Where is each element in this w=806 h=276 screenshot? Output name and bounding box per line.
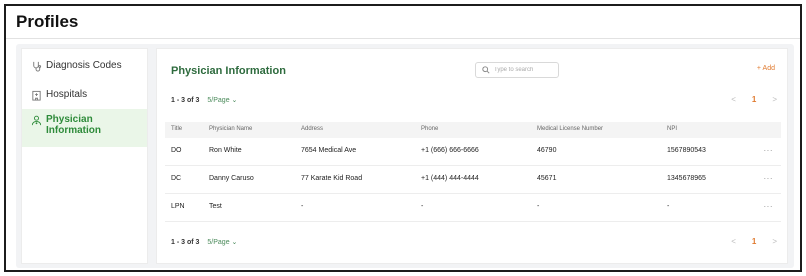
sidebar: Diagnosis Codes Hospitals Physician Info… xyxy=(21,48,148,264)
column-header: Title xyxy=(171,126,183,132)
cell-license-number: - xyxy=(537,203,540,210)
card-title: Physician Information xyxy=(171,65,286,77)
next-page-button[interactable]: > xyxy=(772,95,777,104)
column-header: Medical License Number xyxy=(537,126,604,132)
title-divider xyxy=(6,38,800,39)
more-actions-icon[interactable]: ··· xyxy=(764,146,774,155)
cell-title: DO xyxy=(171,147,182,154)
record-count: 1 - 3 of 3 xyxy=(171,96,200,104)
cell-npi: - xyxy=(667,203,670,210)
add-button[interactable]: + Add xyxy=(757,65,775,72)
physician-card: Physician Information + Add 1 - 3 of 3 5… xyxy=(156,48,788,264)
pagination-summary-top: 1 - 3 of 3 5/Page ⌄ xyxy=(171,96,237,105)
sidebar-item-label-line: Physician xyxy=(46,114,93,125)
page-title: Profiles xyxy=(16,12,79,31)
current-page[interactable]: 1 xyxy=(752,237,756,246)
user-doctor-icon xyxy=(30,114,42,126)
sidebar-item-label: Physician Information xyxy=(46,114,101,136)
search-input[interactable] xyxy=(494,67,554,73)
sidebar-item-diagnosis-codes[interactable]: Diagnosis Codes xyxy=(22,60,147,72)
cell-title: LPN xyxy=(171,203,185,210)
table-row[interactable]: DC Danny Caruso 77 Karate Kid Road +1 (4… xyxy=(165,166,781,194)
current-page[interactable]: 1 xyxy=(752,95,756,104)
more-actions-icon[interactable]: ··· xyxy=(764,202,774,211)
cell-address: 7654 Medical Ave xyxy=(301,147,357,154)
cell-physician-name: Ron White xyxy=(209,147,242,154)
table-row[interactable]: DO Ron White 7654 Medical Ave +1 (666) 6… xyxy=(165,138,781,166)
stethoscope-icon xyxy=(30,60,42,72)
cell-phone: - xyxy=(421,203,424,210)
cell-phone: +1 (444) 444-4444 xyxy=(421,175,479,182)
cell-phone: +1 (666) 666-6666 xyxy=(421,147,479,154)
sidebar-item-label: Diagnosis Codes xyxy=(46,60,122,71)
cell-npi: 1345678965 xyxy=(667,175,706,182)
column-header: Phone xyxy=(421,126,439,132)
sidebar-item-physician-information[interactable]: Physician Information xyxy=(22,109,147,147)
column-header: Address xyxy=(301,126,324,132)
app-frame: Profiles Diagnosis Codes Hospitals Physi… xyxy=(4,4,802,272)
cell-npi: 1567890543 xyxy=(667,147,706,154)
search-icon xyxy=(482,66,490,74)
search-box[interactable] xyxy=(475,62,559,78)
cell-address: - xyxy=(301,203,304,210)
pagination-nav-bottom: < 1 > xyxy=(715,237,777,246)
more-actions-icon[interactable]: ··· xyxy=(764,174,774,183)
sidebar-item-hospitals[interactable]: Hospitals xyxy=(22,89,147,101)
pagination-summary-bottom: 1 - 3 of 3 5/Page ⌄ xyxy=(171,238,237,247)
cell-physician-name: Danny Caruso xyxy=(209,175,254,182)
page-size-select[interactable]: 5/Page ⌄ xyxy=(207,238,237,246)
next-page-button[interactable]: > xyxy=(772,237,777,246)
cell-license-number: 45671 xyxy=(537,175,557,182)
sidebar-item-label: Hospitals xyxy=(46,89,88,100)
table-row[interactable]: LPN Test - - - - ··· xyxy=(165,194,781,222)
cell-title: DC xyxy=(171,175,182,182)
pagination-nav-top: < 1 > xyxy=(715,95,777,104)
prev-page-button[interactable]: < xyxy=(731,95,736,104)
content-panel: Diagnosis Codes Hospitals Physician Info… xyxy=(16,44,794,268)
page-size-select[interactable]: 5/Page ⌄ xyxy=(207,96,237,104)
column-header: Physician Name xyxy=(209,126,253,132)
cell-physician-name: Test xyxy=(209,203,222,210)
column-header: NPI xyxy=(667,126,678,132)
record-count: 1 - 3 of 3 xyxy=(171,238,200,246)
table-header: Title Physician Name Address Phone Medic… xyxy=(165,122,781,138)
cell-address: 77 Karate Kid Road xyxy=(301,175,363,182)
sidebar-item-label-line: Information xyxy=(46,125,101,136)
prev-page-button[interactable]: < xyxy=(731,237,736,246)
hospital-icon xyxy=(30,89,42,101)
cell-license-number: 46790 xyxy=(537,147,557,154)
